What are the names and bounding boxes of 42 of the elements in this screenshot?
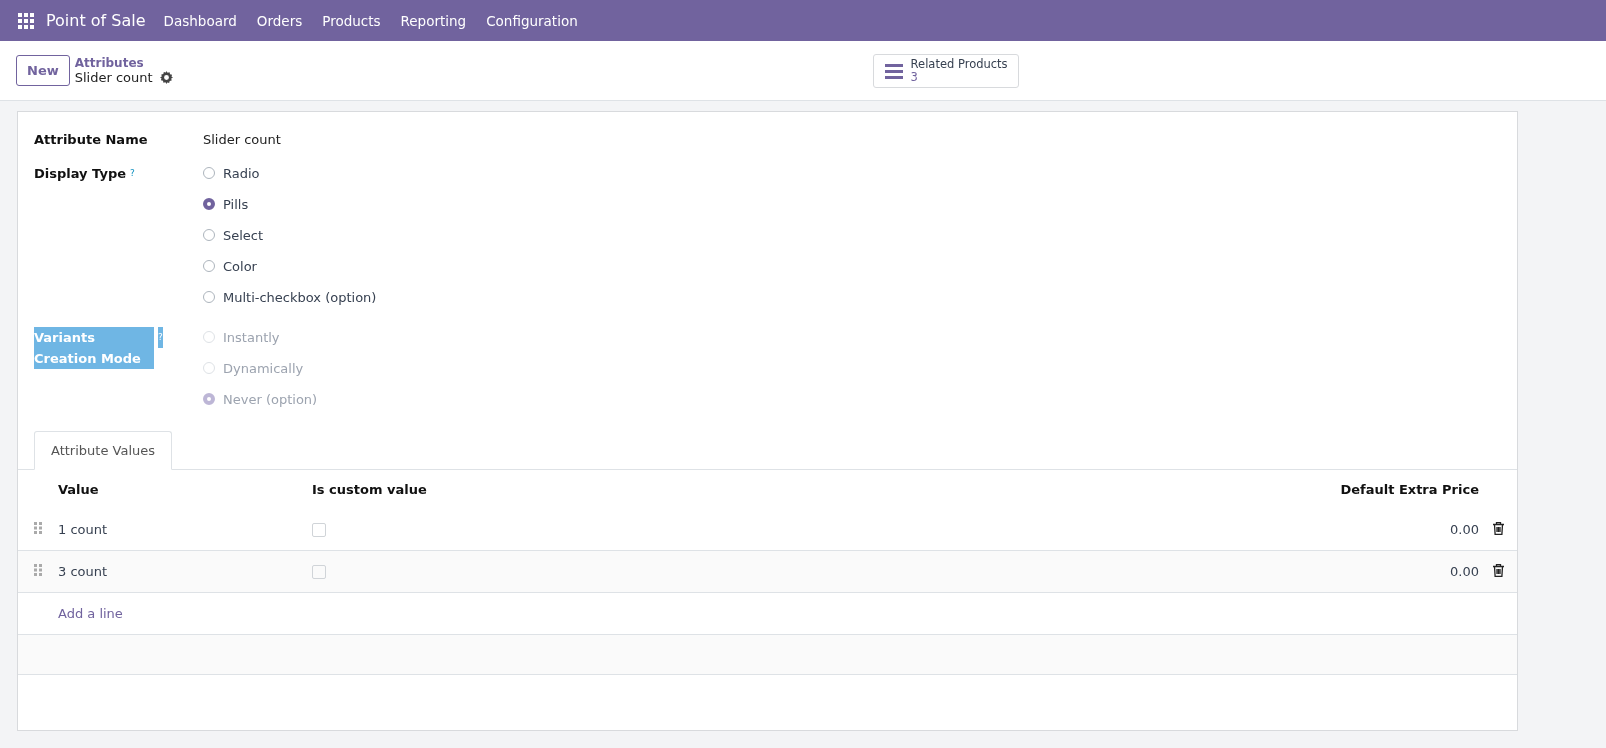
radio-label: Dynamically (223, 360, 304, 376)
menu-item[interactable]: Products (322, 12, 381, 29)
add-line-link[interactable]: Add a line (58, 606, 123, 621)
radio-label: Radio (223, 165, 260, 181)
field-label: Attribute Name (34, 131, 149, 149)
trash-icon[interactable] (1493, 521, 1504, 535)
table-cell: 1 count (57, 509, 311, 551)
radio-label: Pills (223, 196, 249, 212)
field-label: Variants Creation Mode (34, 327, 154, 369)
radio-label: Instantly (223, 329, 280, 345)
table-cell: 0.00 (841, 509, 1480, 551)
column-header[interactable]: Default Extra Price (841, 470, 1480, 509)
attribute-name-field[interactable]: Slider count (203, 130, 1517, 149)
field-label: Display Type (34, 165, 127, 183)
notebook-tab[interactable]: Attribute Values (34, 431, 172, 470)
menu-item[interactable]: Orders (256, 12, 303, 29)
new-button[interactable]: New (16, 55, 70, 86)
table-cell: 3 count (57, 550, 311, 593)
drag-handle-icon[interactable] (33, 522, 42, 534)
column-header[interactable]: Value (57, 470, 311, 509)
record-title: Slider count (74, 70, 153, 85)
checkbox[interactable] (312, 565, 326, 580)
radio-label: Never (option) (223, 391, 318, 407)
menu-item[interactable]: Reporting (400, 12, 467, 29)
menu-item[interactable]: Dashboard (163, 12, 237, 29)
settings-icon[interactable] (159, 71, 173, 84)
help-tooltip-mark[interactable]: ? (130, 163, 135, 184)
radio-button[interactable] (203, 198, 215, 210)
breadcrumb-link[interactable]: Attributes (74, 56, 173, 70)
list-icon (884, 62, 903, 79)
drag-handle-icon[interactable] (33, 564, 42, 576)
app-name[interactable]: Point of Sale (46, 11, 146, 30)
radio-label: Select (223, 227, 264, 243)
related-products-button[interactable]: Related Products 3 (872, 53, 1019, 88)
trash-icon[interactable] (1493, 563, 1504, 577)
radio-label: Multi-checkbox (option) (223, 289, 377, 305)
table-cell: 0.00 (841, 550, 1480, 593)
checkbox[interactable] (312, 523, 326, 538)
menu-item[interactable]: Configuration (486, 12, 578, 29)
apps-menu-icon[interactable] (18, 12, 34, 29)
column-header[interactable]: Is custom value (311, 470, 842, 509)
radio-label: Color (223, 258, 257, 274)
